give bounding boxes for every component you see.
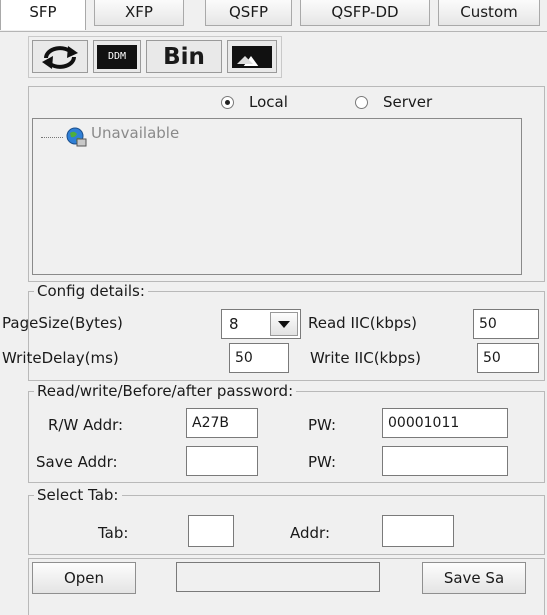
tab-custom-label: Custom [460,3,518,21]
module-tab-bar: SFP XFP QSFP QSFP-DD Custom [0,0,547,32]
tab-sfp[interactable]: SFP [0,0,86,30]
refresh-button[interactable] [32,40,88,73]
pw2-input[interactable] [382,446,508,476]
password-legend: Read/write/Before/after password: [34,382,297,400]
pagesize-label: PageSize(Bytes) [2,314,123,332]
bin-icon: Bin [163,43,205,70]
tab-sfp-label: SFP [29,3,57,21]
select-tab-legend: Select Tab: [34,486,122,504]
save-addr-label: Save Addr: [36,453,118,471]
save-button-label: Save Sa [443,569,505,587]
save-addr-input[interactable] [186,446,258,476]
tab-input[interactable] [188,515,234,547]
rw-addr-label: R/W Addr: [48,416,124,434]
tab-qsfp-dd[interactable]: QSFP-DD [300,0,430,26]
write-icon [232,45,272,68]
tree-node-label: Unavailable [91,124,180,142]
globe-icon [66,127,87,147]
pw2-label: PW: [308,453,337,471]
pw1-input[interactable]: 00001011 [382,408,508,438]
file-path-field[interactable] [176,562,380,592]
pagesize-value: 8 [229,315,239,333]
tree-connector [41,137,63,138]
device-tree[interactable]: Unavailable [32,118,522,275]
server-radio-label: Server [383,93,433,111]
dropdown-arrow-icon [278,321,290,328]
read-iic-input[interactable]: 50 [473,309,539,339]
writedelay-input[interactable]: 50 [229,343,289,373]
writedelay-label: WriteDelay(ms) [2,349,119,367]
addr-label: Addr: [290,524,330,542]
refresh-icon [42,45,78,69]
write-iic-input[interactable]: 50 [477,343,539,373]
read-iic-label: Read IIC(kbps) [308,314,418,332]
open-button[interactable]: Open [32,562,136,594]
ddm-button[interactable]: DDM [93,40,141,73]
bin-button[interactable]: Bin [146,40,222,73]
tab-qsfp-label: QSFP [228,3,268,21]
write-iic-label: Write IIC(kbps) [310,349,421,367]
rw-addr-input[interactable]: A27B [186,408,258,438]
tab-qsfp-dd-label: QSFP-DD [331,3,399,21]
tab-divider [0,31,547,32]
tab-label: Tab: [98,524,129,542]
open-button-label: Open [63,569,105,587]
pagesize-select[interactable]: 8 [221,309,301,339]
tab-custom[interactable]: Custom [438,0,540,26]
pagesize-dropdown-button[interactable] [270,312,298,336]
ddm-icon-label: DDM [107,50,127,62]
local-radio-label: Local [249,93,288,111]
write-button[interactable] [227,40,277,73]
tab-xfp[interactable]: XFP [94,0,184,26]
config-legend: Config details: [34,282,148,300]
server-radio-indicator[interactable] [355,96,368,109]
tab-xfp-label: XFP [125,3,153,21]
addr-input[interactable] [382,515,454,547]
tab-qsfp[interactable]: QSFP [205,0,292,26]
pw1-label: PW: [308,416,337,434]
save-button[interactable]: Save Sa [422,562,526,594]
ddm-icon: DDM [97,44,137,69]
local-radio-indicator[interactable] [221,96,234,109]
